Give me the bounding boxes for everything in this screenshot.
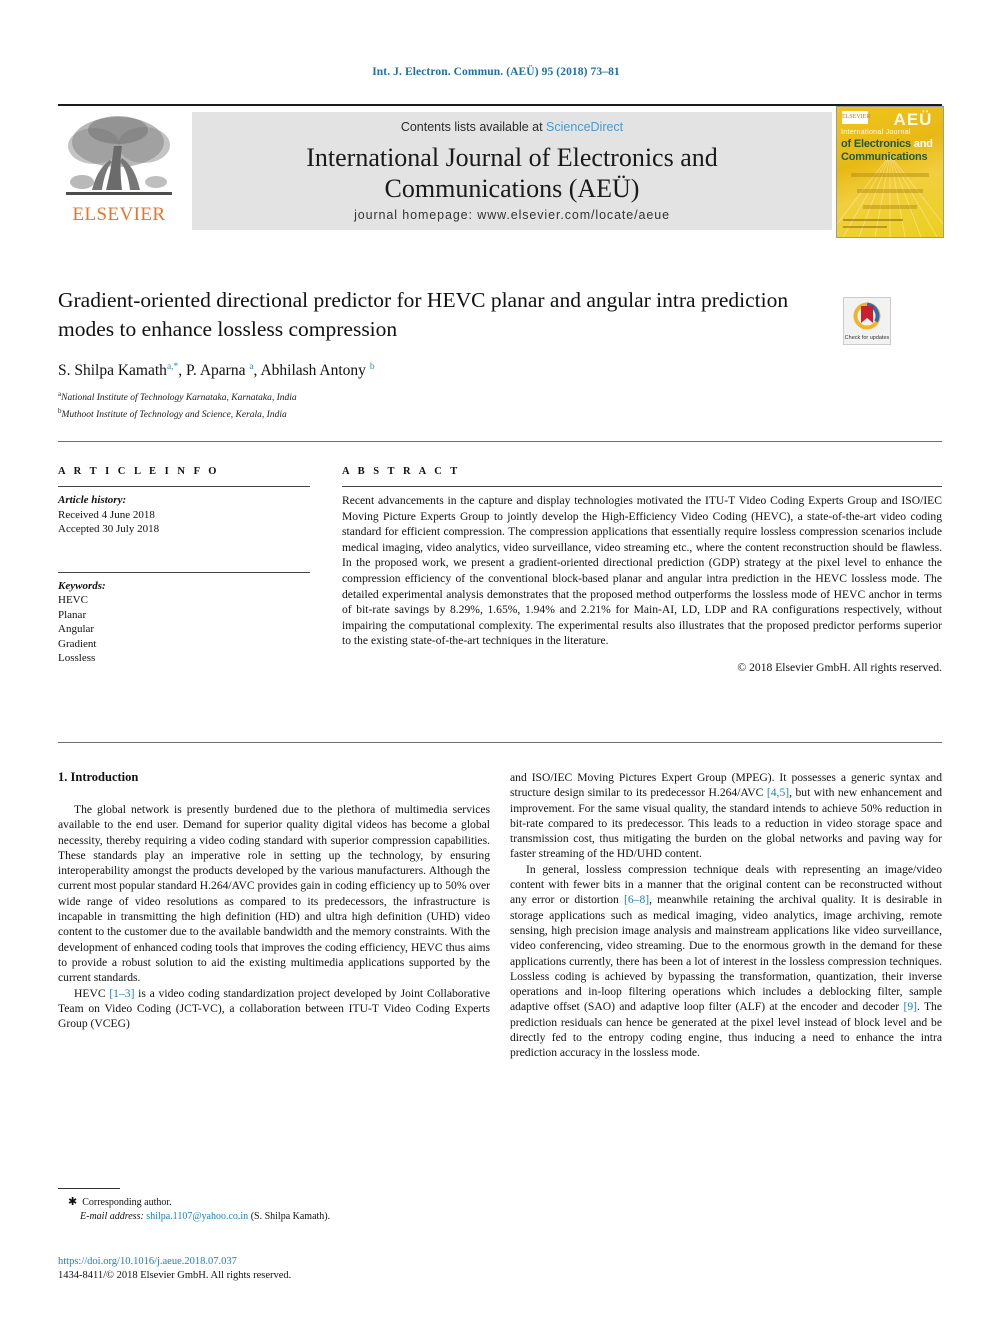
citation-ref[interactable]: [4,5] xyxy=(767,786,789,799)
crossmark-label: Check for updates xyxy=(844,334,890,341)
contents-prefix: Contents lists available at xyxy=(400,120,547,134)
abstract-copyright: © 2018 Elsevier GmbH. All rights reserve… xyxy=(737,660,942,674)
email-owner: (S. Shilpa Kamath). xyxy=(250,1211,331,1222)
cover-line2: of Electronics and xyxy=(841,138,933,150)
abstract-text: Recent advancements in the capture and d… xyxy=(342,494,942,648)
accepted-date: Accepted 30 July 2018 xyxy=(58,523,160,535)
cover-line2-green: of Electronics xyxy=(841,138,911,150)
keyword-item: HEVC xyxy=(58,594,88,606)
keyword-item: Angular xyxy=(58,623,95,635)
sciencedirect-link[interactable]: ScienceDirect xyxy=(546,120,623,134)
elsevier-wordmark: ELSEVIER xyxy=(72,204,166,225)
elsevier-tree-icon xyxy=(66,116,172,195)
body-column-left: 1. Introduction The global network is pr… xyxy=(58,770,490,1031)
citation-ref[interactable]: [6–8] xyxy=(624,893,649,906)
abstract-block: A B S T R A C T Recent advancements in t… xyxy=(342,466,942,674)
cover-aeu-mark: AEÜ xyxy=(893,110,933,129)
cover-line2-white: and xyxy=(910,138,933,150)
doi-link[interactable]: https://doi.org/10.1016/j.aeue.2018.07.0… xyxy=(58,1255,490,1269)
paragraph-text: , meanwhile retaining the archival quali… xyxy=(510,893,943,1014)
journal-title-line1: International Journal of Electronics and xyxy=(306,143,718,172)
paragraph-text: HEVC xyxy=(74,986,110,1000)
section-heading-introduction: 1. Introduction xyxy=(58,770,139,784)
corresponding-author-note: ✱ Corresponding author. xyxy=(58,1195,490,1210)
divider-above-info xyxy=(58,441,942,442)
article-info-rule xyxy=(58,486,310,487)
corresponding-author-text: Corresponding author. xyxy=(82,1197,172,1208)
affiliation-b-text: Muthoot Institute of Technology and Scie… xyxy=(61,409,287,420)
doi-block: https://doi.org/10.1016/j.aeue.2018.07.0… xyxy=(58,1255,490,1283)
article-history-label: Article history: xyxy=(58,494,127,506)
article-info-heading: A R T I C L E I N F O xyxy=(58,466,220,477)
citation-ref[interactable]: [1–3] xyxy=(109,987,134,1000)
cover-footer-bar-2 xyxy=(843,226,887,228)
article-history: Article history: Received 4 June 2018 Ac… xyxy=(58,493,310,537)
email-label: E-mail address: xyxy=(80,1211,144,1222)
body-paragraph: HEVC [1–3] is a video coding standardiza… xyxy=(58,986,490,1032)
abstract-rule xyxy=(342,486,942,487)
divider-above-body xyxy=(58,742,942,743)
citation-ref[interactable]: [9] xyxy=(903,1000,917,1013)
journal-title: International Journal of Electronics and… xyxy=(192,142,832,204)
journal-cover-thumbnail: ELSEVIER AEÜ International Journal of El… xyxy=(836,106,944,238)
issn-copyright-line: 1434-8411/© 2018 Elsevier GmbH. All righ… xyxy=(58,1270,292,1281)
footnote-block: ✱ Corresponding author. E-mail address: … xyxy=(58,1195,490,1224)
body-column-right: and ISO/IEC Moving Pictures Expert Group… xyxy=(510,770,942,1061)
page-title: Gradient-oriented directional predictor … xyxy=(58,288,789,341)
affiliation-a: aNational Institute of Technology Karnat… xyxy=(58,388,818,405)
keyword-item: Gradient xyxy=(58,637,97,650)
cover-line1: International Journal xyxy=(841,129,911,136)
journal-title-line2: Communications (AEÜ) xyxy=(384,174,640,203)
keyword-item: Lossless xyxy=(58,652,96,664)
cover-footer-bar-1 xyxy=(843,219,903,221)
email-note: E-mail address: shilpa.1107@yahoo.co.in … xyxy=(58,1210,490,1224)
author-list: S. Shilpa Kamatha,*, P. Aparna a, Abhila… xyxy=(58,362,375,380)
footnote-rule xyxy=(58,1188,120,1189)
abstract-heading: A B S T R A C T xyxy=(342,466,461,477)
affiliations: aNational Institute of Technology Karnat… xyxy=(58,388,818,421)
running-head: Int. J. Electron. Commun. (AEÜ) 95 (2018… xyxy=(372,66,620,78)
article-info-block: A R T I C L E I N F O Article history: R… xyxy=(58,466,310,666)
contents-lists-line: Contents lists available at ScienceDirec… xyxy=(192,120,832,134)
keywords-block: Keywords: HEVC Planar Angular Gradient L… xyxy=(58,579,310,666)
body-paragraph: The global network is presently burdened… xyxy=(58,803,490,985)
affiliation-a-text: National Institute of Technology Karnata… xyxy=(61,393,297,404)
body-paragraph: In general, lossless compression techniq… xyxy=(510,862,942,1061)
keywords-rule xyxy=(58,571,310,573)
crossmark-badge[interactable]: Check for updates xyxy=(843,297,891,345)
keyword-item: Planar xyxy=(58,608,87,621)
body-paragraph: and ISO/IEC Moving Pictures Expert Group… xyxy=(510,770,942,862)
affiliation-b: bMuthoot Institute of Technology and Sci… xyxy=(58,405,818,422)
elsevier-logo: ELSEVIER xyxy=(60,112,178,232)
paper-page: Int. J. Electron. Commun. (AEÜ) 95 (2018… xyxy=(0,0,992,1323)
cover-text-layer: ELSEVIER AEÜ International Journal of El… xyxy=(837,107,943,237)
asterisk-icon: ✱ xyxy=(68,1196,78,1208)
keywords-label: Keywords: xyxy=(58,579,106,592)
email-link[interactable]: shilpa.1107@yahoo.co.in xyxy=(146,1211,248,1222)
cover-line3: Communications xyxy=(841,151,928,163)
journal-masthead: ELSEVIER Contents lists available at Sci… xyxy=(58,104,944,238)
masthead-top-rule xyxy=(58,104,942,106)
cover-elsevier-tag: ELSEVIER xyxy=(842,111,870,124)
journal-homepage-link[interactable]: journal homepage: www.elsevier.com/locat… xyxy=(192,208,832,222)
received-date: Received 4 June 2018 xyxy=(58,508,155,521)
